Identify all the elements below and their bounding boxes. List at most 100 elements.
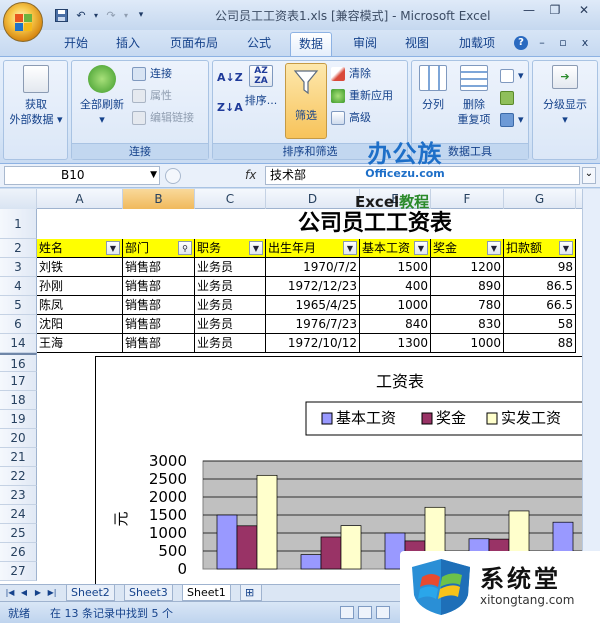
table-cell[interactable]: 业务员 [195, 315, 266, 334]
tab-review[interactable]: 审阅 [349, 32, 381, 56]
ribbon-restore-icon[interactable]: ▫ [556, 36, 570, 50]
header-cell[interactable]: 出生年月 ▼ [266, 239, 360, 258]
table-cell[interactable]: 780 [431, 296, 504, 315]
column-header-g[interactable]: G [504, 189, 576, 209]
properties-button[interactable]: 属性 [132, 87, 172, 105]
ribbon-minimize-icon[interactable]: – [535, 36, 549, 50]
row-header[interactable]: 18 [0, 391, 37, 410]
table-cell[interactable]: 销售部 [123, 296, 195, 315]
insert-function-button[interactable]: fx [245, 168, 256, 182]
table-cell[interactable]: 400 [360, 277, 431, 296]
table-cell[interactable]: 陈凤 [37, 296, 123, 315]
table-cell[interactable]: 业务员 [195, 296, 266, 315]
row-header[interactable]: 5 [0, 296, 37, 315]
save-icon[interactable] [52, 6, 70, 24]
sheet-tab-sheet2[interactable]: Sheet2 [66, 585, 115, 601]
vertical-scrollbar[interactable] [582, 189, 600, 585]
row-header[interactable]: 20 [0, 429, 37, 448]
connections-button[interactable]: 连接 [132, 65, 172, 83]
tab-addins[interactable]: 加载项 [455, 32, 499, 56]
table-cell[interactable]: 1000 [360, 296, 431, 315]
formula-bar-round-icon[interactable] [165, 168, 181, 184]
tab-view[interactable]: 视图 [401, 32, 433, 56]
tab-formulas[interactable]: 公式 [243, 32, 275, 56]
filter-button[interactable]: 筛选 [285, 63, 327, 139]
row-header[interactable]: 25 [0, 524, 37, 543]
redo-icon[interactable]: ↷ [102, 6, 120, 24]
sheet-tab-sheet3[interactable]: Sheet3 [124, 585, 173, 601]
header-cell[interactable]: 基本工资 ▼ [360, 239, 431, 258]
table-cell[interactable]: 66.5 [504, 296, 576, 315]
office-button[interactable] [3, 2, 43, 42]
page-layout-view-icon[interactable] [358, 606, 372, 619]
normal-view-icon[interactable] [340, 606, 354, 619]
table-cell[interactable]: 1200 [431, 258, 504, 277]
page-break-view-icon[interactable] [376, 606, 390, 619]
name-box[interactable]: B10 ▼ [4, 166, 160, 185]
text-to-columns-button[interactable]: 分列 [414, 65, 452, 112]
table-cell[interactable]: 业务员 [195, 258, 266, 277]
row-header[interactable]: 27 [0, 562, 37, 581]
row-header[interactable]: 6 [0, 315, 37, 334]
refresh-all-button[interactable]: 全部刷新 ▾ [74, 65, 130, 127]
table-cell[interactable]: 1500 [360, 258, 431, 277]
filter-dropdown-icon[interactable]: ▼ [414, 241, 428, 255]
header-cell[interactable]: 姓名 ▼ [37, 239, 123, 258]
expand-formula-bar-icon[interactable]: ⌄ [582, 167, 596, 184]
table-cell[interactable]: 1965/4/25 [266, 296, 360, 315]
column-header-a[interactable]: A [37, 189, 123, 209]
table-cell[interactable]: 销售部 [123, 334, 195, 353]
row-header[interactable]: 23 [0, 486, 37, 505]
table-cell[interactable]: 58 [504, 315, 576, 334]
first-sheet-icon[interactable]: |◀ [4, 586, 16, 600]
sheet-tab-sheet1[interactable]: Sheet1 [182, 585, 231, 601]
table-cell[interactable]: 1976/7/23 [266, 315, 360, 334]
active-filter-icon[interactable]: ⚲ [178, 241, 192, 255]
undo-dropdown-icon[interactable]: ▾ [92, 6, 100, 24]
filter-dropdown-icon[interactable]: ▼ [249, 241, 263, 255]
table-cell[interactable]: 1300 [360, 334, 431, 353]
redo-dropdown-icon[interactable]: ▾ [122, 6, 130, 24]
table-cell[interactable]: 890 [431, 277, 504, 296]
row-header[interactable]: 21 [0, 448, 37, 467]
table-cell[interactable]: 1970/7/2 [266, 258, 360, 277]
table-cell[interactable]: 88 [504, 334, 576, 353]
table-cell[interactable]: 销售部 [123, 258, 195, 277]
row-header[interactable]: 3 [0, 258, 37, 277]
row-header[interactable]: 2 [0, 239, 37, 258]
table-cell[interactable]: 业务员 [195, 277, 266, 296]
column-header-b[interactable]: B [123, 189, 195, 209]
table-cell[interactable]: 1000 [431, 334, 504, 353]
sort-asc-icon[interactable]: A↓Z [217, 69, 243, 87]
data-validation-icon[interactable]: ▾ [500, 67, 524, 85]
what-if-analysis-icon[interactable]: ▾ [500, 111, 524, 129]
consolidate-icon[interactable] [500, 89, 514, 107]
prev-sheet-icon[interactable]: ◀ [18, 586, 30, 600]
name-box-dropdown-icon[interactable]: ▼ [150, 167, 157, 184]
table-cell[interactable]: 98 [504, 258, 576, 277]
table-cell[interactable]: 86.5 [504, 277, 576, 296]
table-cell[interactable]: 孙刚 [37, 277, 123, 296]
reapply-button[interactable]: 重新应用 [331, 87, 393, 105]
header-cell[interactable]: 奖金 ▼ [431, 239, 504, 258]
sort-desc-icon[interactable]: Z↓A [217, 99, 243, 117]
table-cell[interactable]: 业务员 [195, 334, 266, 353]
row-header[interactable]: 14 [0, 334, 37, 353]
last-sheet-icon[interactable]: ▶| [46, 586, 58, 600]
customize-qat-icon[interactable]: ▾ [132, 6, 150, 24]
ribbon-close-icon[interactable]: x [578, 36, 592, 50]
column-header-c[interactable]: C [195, 189, 266, 209]
table-cell[interactable]: 1972/12/23 [266, 277, 360, 296]
table-cell[interactable]: 沈阳 [37, 315, 123, 334]
restore-button[interactable]: ❐ [542, 0, 568, 20]
filter-dropdown-icon[interactable]: ▼ [559, 241, 573, 255]
next-sheet-icon[interactable]: ▶ [32, 586, 44, 600]
clear-filter-button[interactable]: 清除 [331, 65, 371, 83]
select-all-corner[interactable] [0, 189, 37, 209]
header-cell[interactable]: 职务 ▼ [195, 239, 266, 258]
table-cell[interactable]: 830 [431, 315, 504, 334]
tab-home[interactable]: 开始 [60, 32, 92, 56]
row-header[interactable]: 22 [0, 467, 37, 486]
worksheet-grid[interactable]: A B C D E F G 1 2 3 4 5 6 14 16 17 18 19… [0, 189, 600, 585]
row-header[interactable]: 24 [0, 505, 37, 524]
